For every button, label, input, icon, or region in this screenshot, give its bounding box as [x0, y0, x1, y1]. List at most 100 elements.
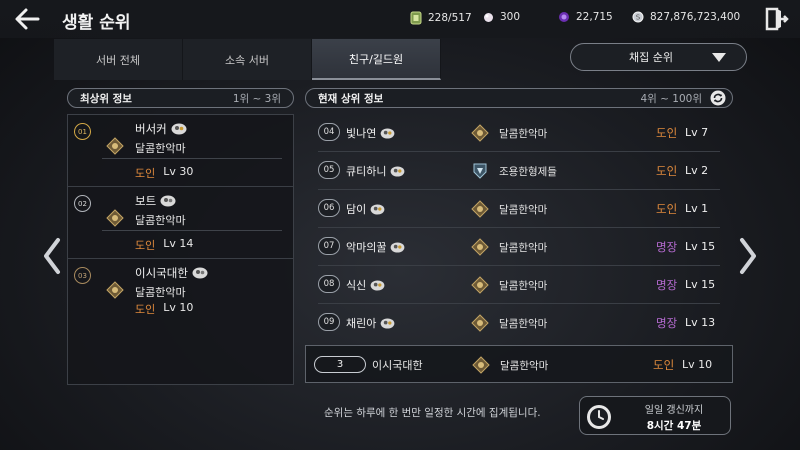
- timer-label: 일일 갱신까지: [644, 405, 704, 416]
- friend-badge-icon: [160, 195, 176, 207]
- player-name-row: 식신: [346, 277, 385, 293]
- rank-badge: 04: [318, 123, 340, 141]
- rank-badge: 07: [318, 237, 340, 255]
- rank-row[interactable]: 06 담이 달콤한악마 도인 Lv 1: [318, 190, 720, 228]
- rank-badge: 08: [318, 275, 340, 293]
- guild-emblem-icon: [106, 209, 124, 227]
- level-label: Lv 13: [685, 316, 716, 329]
- stamina-value: 228/517: [428, 12, 472, 24]
- tab-friends-guild[interactable]: 친구/길드원: [312, 39, 441, 80]
- gem-counter: 22,715: [558, 11, 613, 23]
- purple-gem-icon: [559, 12, 569, 22]
- guild-emblem-icon: [471, 314, 489, 332]
- rank-row[interactable]: 07 악마의꿀 달콤한악마 명장 Lv 15: [318, 228, 720, 266]
- tab-all-servers[interactable]: 서버 전체: [54, 39, 183, 80]
- chevron-right-icon[interactable]: [736, 236, 760, 276]
- player-name: 버서커: [135, 122, 167, 136]
- silver-value: 827,876,723,400: [650, 11, 741, 23]
- level-label: Lv 15: [685, 278, 716, 291]
- friend-badge-icon: [370, 279, 385, 291]
- rank-row[interactable]: 05 큐티하니 조용한형제들 도인 Lv 2: [318, 152, 720, 190]
- player-name: 보트: [135, 194, 157, 208]
- sort-dropdown[interactable]: 채집 순위: [570, 43, 747, 71]
- top-rank-item[interactable]: 01 버서커 달콤한악마 도인 Lv 30: [68, 115, 293, 187]
- my-class-label: 도인: [653, 358, 675, 372]
- top-ranks-panel: 01 버서커 달콤한악마 도인 Lv 30 02 보트 달콤한악마 도인 Lv …: [67, 114, 294, 385]
- my-player-name: 이시국대한: [372, 359, 423, 372]
- page-title: 생활 순위: [62, 13, 131, 33]
- guild-emblem-icon: [473, 163, 487, 179]
- level-label: Lv 2: [685, 164, 709, 177]
- rank-badge: 06: [318, 199, 340, 217]
- tab-my-server[interactable]: 소속 서버: [183, 39, 312, 80]
- guild-name: 조용한형제들: [499, 166, 557, 178]
- clock-icon: [587, 405, 611, 429]
- level-label: Lv 1: [685, 202, 709, 215]
- top-rank-item[interactable]: 03 이시국대한 달콤한악마 도인 Lv 10: [68, 259, 293, 331]
- timer-value: 8시간 47분: [646, 420, 702, 432]
- guild-name: 달콤한악마: [499, 280, 548, 292]
- rank-badge: 03: [74, 267, 91, 284]
- guild-name: 달콤한악마: [135, 214, 186, 227]
- player-name-row: 악마의꿀: [346, 239, 405, 255]
- top-ranks-range: 1위 ~ 3위: [232, 92, 281, 105]
- friend-badge-icon: [192, 267, 208, 279]
- friend-badge-icon: [391, 241, 405, 253]
- gem-value: 22,715: [576, 11, 613, 23]
- level-label: Lv 15: [685, 240, 716, 253]
- silver-coin-icon: S: [632, 11, 644, 23]
- guild-emblem-icon: [472, 356, 490, 374]
- player-name: 큐티하니: [346, 165, 387, 178]
- my-rank-badge: 3: [314, 356, 366, 373]
- my-rank-row[interactable]: 3 이시국대한 달콤한악마 도인 Lv 10: [305, 345, 733, 383]
- level-label: Lv 7: [685, 126, 709, 139]
- class-level: 도인 Lv 10: [135, 301, 193, 317]
- guild-emblem-icon: [471, 238, 489, 256]
- rank-row[interactable]: 09 채린아 달콤한악마 명장 Lv 13: [318, 304, 720, 342]
- class-label: 도인: [656, 202, 678, 216]
- back-arrow-icon[interactable]: [12, 4, 42, 34]
- player-name: 채린아: [346, 317, 377, 330]
- player-name: 담이: [346, 203, 367, 216]
- my-level-label: Lv 10: [682, 358, 713, 371]
- refresh-icon[interactable]: [710, 90, 726, 106]
- exit-icon[interactable]: [763, 6, 789, 32]
- player-name: 식신: [346, 279, 367, 292]
- player-name-row: 보트: [135, 193, 176, 209]
- friend-badge-icon: [381, 317, 395, 329]
- guild-emblem-icon: [471, 200, 489, 218]
- guild-name: 달콤한악마: [499, 128, 548, 140]
- current-ranks-header: 현재 상위 정보 4위 ~ 100위: [305, 88, 733, 108]
- class-label: 명장: [656, 240, 678, 254]
- class-label: 도인: [135, 167, 156, 180]
- top-ranks-title: 최상위 정보: [80, 92, 132, 105]
- level-label: Lv 30: [163, 165, 194, 178]
- class-label: 도인: [135, 303, 156, 316]
- current-ranks-title: 현재 상위 정보: [318, 92, 384, 105]
- stamina-counter: 228/517: [410, 11, 472, 25]
- class-label: 명장: [656, 278, 678, 292]
- rank-badge: 01: [74, 123, 91, 140]
- top-rank-item[interactable]: 02 보트 달콤한악마 도인 Lv 14: [68, 187, 293, 259]
- player-name: 악마의꿀: [346, 241, 387, 254]
- divider: [102, 230, 282, 231]
- player-name-row: 빛나연: [346, 125, 395, 141]
- player-name: 빛나연: [346, 127, 377, 140]
- stamina-icon: [410, 11, 422, 25]
- current-ranks-range: 4위 ~ 100위: [640, 92, 702, 105]
- silver-counter: S 827,876,723,400: [632, 11, 740, 23]
- class-label: 명장: [656, 316, 678, 330]
- rank-row[interactable]: 04 빛나연 달콤한악마 도인 Lv 7: [318, 114, 720, 152]
- pearl-value: 300: [500, 11, 521, 23]
- guild-emblem-icon: [471, 276, 489, 294]
- player-name: 이시국대한: [135, 266, 188, 280]
- divider: [102, 158, 282, 159]
- chevron-left-icon[interactable]: [40, 236, 64, 276]
- guild-emblem-icon: [106, 137, 124, 155]
- rank-row[interactable]: 08 식신 달콤한악마 명장 Lv 15: [318, 266, 720, 304]
- ranking-notice: 순위는 하루에 한 번만 일정한 시간에 집계됩니다.: [324, 407, 541, 419]
- rank-badge: 05: [318, 161, 340, 179]
- class-level: 도인 Lv 30: [135, 165, 193, 181]
- guild-name: 달콤한악마: [499, 204, 548, 216]
- caret-down-icon: [712, 53, 726, 62]
